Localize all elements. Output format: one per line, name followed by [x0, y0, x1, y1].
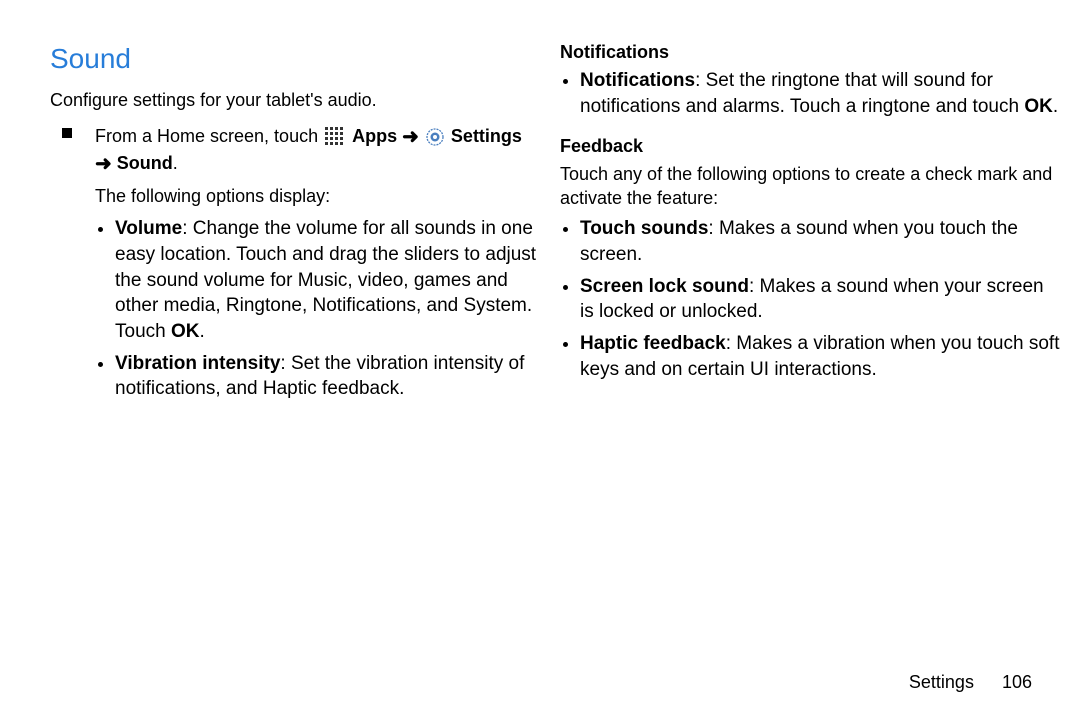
item-tail: .: [1053, 96, 1058, 117]
page-footer: Settings 106: [909, 670, 1032, 694]
arrow-icon: ➜: [95, 153, 112, 175]
options-list: Volume: Change the volume for all sounds…: [50, 216, 550, 401]
navigation-step: From a Home screen, touch Apps ➜: [50, 124, 550, 178]
notifications-list: Notifications: Set the ringtone that wil…: [560, 68, 1060, 119]
option-volume: Volume: Change the volume for all sounds…: [115, 216, 550, 344]
square-bullet-icon: [62, 128, 72, 138]
footer-page-number: 106: [1002, 672, 1032, 692]
period: .: [173, 153, 178, 173]
right-column: Notifications Notifications: Set the rin…: [560, 40, 1060, 408]
feedback-intro: Touch any of the following options to cr…: [560, 162, 1060, 211]
item-lead: Haptic feedback: [580, 333, 726, 354]
notifications-item: Notifications: Set the ringtone that wil…: [580, 68, 1060, 119]
feedback-screen-lock-sound: Screen lock sound: Makes a sound when yo…: [580, 274, 1060, 325]
settings-label: Settings: [451, 126, 522, 146]
arrow-icon: ➜: [402, 126, 419, 148]
item-lead: Touch sounds: [580, 218, 708, 239]
item-lead: Notifications: [580, 70, 695, 91]
item-lead: Screen lock sound: [580, 276, 749, 297]
notifications-block: Notifications Notifications: Set the rin…: [560, 40, 1060, 120]
option-lead: Vibration intensity: [115, 353, 280, 374]
feedback-touch-sounds: Touch sounds: Makes a sound when you tou…: [580, 216, 1060, 267]
apps-grid-icon: [325, 127, 345, 145]
page-root: Sound Configure settings for your tablet…: [0, 0, 1080, 720]
nav-prefix: From a Home screen, touch: [95, 126, 323, 146]
section-title: Sound: [50, 40, 550, 78]
following-options-intro: The following options display:: [50, 184, 550, 208]
option-vibration-intensity: Vibration intensity: Set the vibration i…: [115, 351, 550, 402]
feedback-block: Feedback Touch any of the following opti…: [560, 134, 1060, 383]
item-ok: OK: [1024, 96, 1053, 117]
option-ok: OK: [171, 321, 200, 342]
feedback-haptic: Haptic feedback: Makes a vibration when …: [580, 331, 1060, 382]
settings-gear-icon: [426, 128, 444, 146]
apps-label: Apps: [352, 126, 397, 146]
left-column: Sound Configure settings for your tablet…: [50, 40, 550, 408]
option-lead: Volume: [115, 218, 182, 239]
option-tail: .: [199, 321, 204, 342]
footer-section: Settings: [909, 672, 974, 692]
section-intro: Configure settings for your tablet's aud…: [50, 88, 550, 112]
feedback-heading: Feedback: [560, 134, 1060, 158]
two-column-layout: Sound Configure settings for your tablet…: [50, 40, 1060, 408]
feedback-list: Touch sounds: Makes a sound when you tou…: [560, 216, 1060, 382]
notifications-heading: Notifications: [560, 40, 1060, 64]
sound-label: Sound: [117, 153, 173, 173]
